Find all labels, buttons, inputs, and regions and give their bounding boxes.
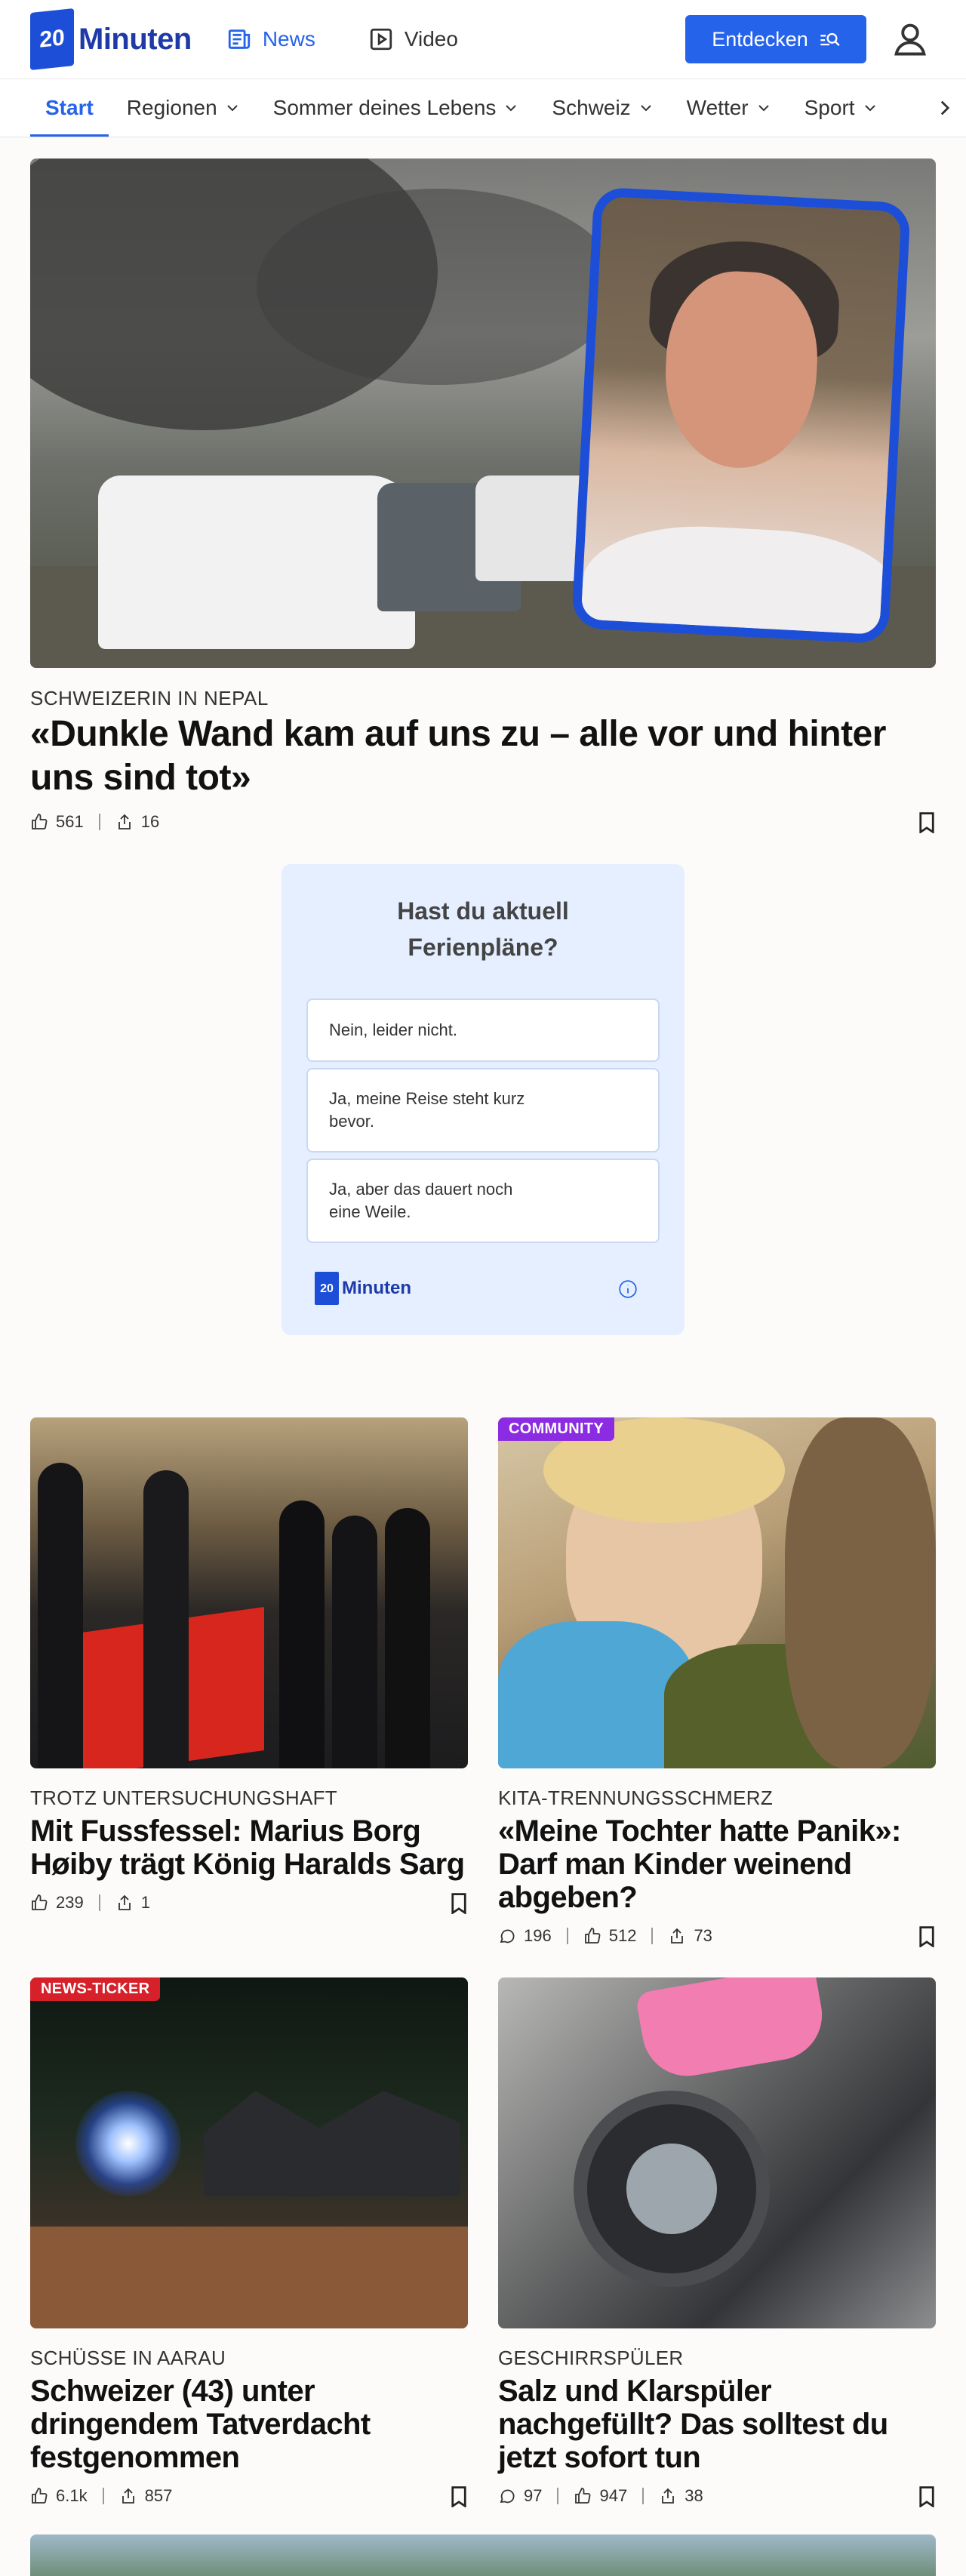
community-badge: COMMUNITY xyxy=(498,1417,615,1441)
hero-meta: 561 16 xyxy=(30,812,159,832)
police-light xyxy=(75,2091,181,2196)
article-kicker: KITA-TRENNUNGSSCHMERZ xyxy=(498,1787,774,1809)
share-icon[interactable] xyxy=(668,1927,686,1945)
article-image[interactable]: NEWS-TICKER xyxy=(30,1977,468,2328)
subnav-sport[interactable]: Sport xyxy=(804,79,878,137)
chevron-down-icon xyxy=(226,105,238,112)
poll-option[interactable]: Ja, aber das dauert noch eine Weile. xyxy=(306,1159,660,1243)
subnav-wetter[interactable]: Wetter xyxy=(687,79,771,137)
article-title[interactable]: Salz und Klarspüler nachgefüllt? Das sol… xyxy=(498,2374,936,2474)
poll-widget: Hast du aktuell Ferienpläne? Nein, leide… xyxy=(281,864,685,1335)
newspaper-icon xyxy=(228,29,250,49)
news-ticker-badge: NEWS-TICKER xyxy=(30,1977,161,2001)
chevron-down-icon xyxy=(506,105,517,112)
chevron-down-icon xyxy=(864,105,875,112)
article-meta: 97 947 38 xyxy=(498,2486,703,2506)
share-icon[interactable] xyxy=(115,813,134,831)
logo-mark: 20 xyxy=(30,8,74,71)
hero-headline[interactable]: «Dunkle Wand kam auf uns zu – alle vor u… xyxy=(30,712,936,800)
article-image[interactable] xyxy=(498,1977,936,2328)
bookmark-icon[interactable] xyxy=(451,1893,467,1914)
article-meta: 239 1 xyxy=(30,1893,150,1913)
article-image[interactable] xyxy=(30,2534,936,2576)
bookmark-icon[interactable] xyxy=(918,812,935,833)
article-title[interactable]: Mit Fussfessel: Marius Borg Høiby trägt … xyxy=(30,1814,468,1881)
subnav-schweiz[interactable]: Schweiz xyxy=(552,79,653,137)
main-nav: News Video xyxy=(226,26,458,52)
subnav-regionen[interactable]: Regionen xyxy=(127,79,240,137)
like-count: 561 xyxy=(56,812,84,831)
thumbs-up-icon[interactable] xyxy=(30,813,48,831)
comment-icon[interactable] xyxy=(498,1927,516,1945)
chevron-down-icon xyxy=(640,105,651,112)
like-count: 6.1k xyxy=(56,2486,88,2505)
like-count: 512 xyxy=(608,1926,637,1945)
bookmark-icon[interactable] xyxy=(918,1926,935,1947)
top-header: 20 Minuten News Video Entdecken xyxy=(0,0,966,78)
white-van xyxy=(98,475,415,649)
article-meta: 6.1k 857 xyxy=(30,2486,172,2506)
share-icon[interactable] xyxy=(119,2487,137,2505)
thumbs-up-icon[interactable] xyxy=(583,1927,601,1945)
nav-news[interactable]: News xyxy=(226,26,315,52)
article-kicker: SCHÜSSE IN AARAU xyxy=(30,2347,226,2369)
poll-option[interactable]: Nein, leider nicht. xyxy=(306,999,660,1062)
article-title[interactable]: «Meine Tochter hatte Panik»: Darf man Ki… xyxy=(498,1814,936,1914)
poll-option[interactable]: Ja, meine Reise steht kurz bevor. xyxy=(306,1068,660,1153)
info-icon[interactable] xyxy=(618,1279,638,1299)
category-nav: Start Regionen Sommer deines Lebens Schw… xyxy=(0,78,966,137)
discover-button[interactable]: Entdecken xyxy=(685,15,866,63)
share-icon[interactable] xyxy=(115,1894,134,1912)
chevron-down-icon xyxy=(758,105,769,112)
share-count: 16 xyxy=(140,812,160,831)
inset-portrait xyxy=(571,186,912,645)
hero-kicker: SCHWEIZERIN IN NEPAL xyxy=(30,687,269,709)
bookmark-icon[interactable] xyxy=(451,2486,467,2507)
thumbs-up-icon[interactable] xyxy=(574,2487,592,2505)
tent-roof xyxy=(204,2091,460,2196)
play-icon xyxy=(370,28,392,51)
comment-icon[interactable] xyxy=(498,2487,516,2505)
subnav-start[interactable]: Start xyxy=(30,79,109,137)
share-count: 1 xyxy=(140,1893,150,1912)
subnav-scroll-right[interactable] xyxy=(924,79,966,137)
article-image[interactable]: COMMUNITY xyxy=(498,1417,936,1768)
smoke-cloud xyxy=(257,189,619,385)
share-icon[interactable] xyxy=(659,2487,677,2505)
article-kicker: GESCHIRRSPÜLER xyxy=(498,2347,684,2369)
article-image[interactable] xyxy=(30,1417,468,1768)
thumbs-up-icon[interactable] xyxy=(30,2487,48,2505)
like-count: 947 xyxy=(599,2486,628,2505)
user-account-icon[interactable] xyxy=(891,20,930,59)
poll-question: Hast du aktuell Ferienpläne? xyxy=(397,897,569,961)
nav-video[interactable]: Video xyxy=(368,26,458,52)
article-kicker: TROTZ UNTERSUCHUNGSHAFT xyxy=(30,1787,337,1809)
pink-glove xyxy=(635,1977,829,2083)
comment-count: 196 xyxy=(524,1926,552,1945)
bookmark-icon[interactable] xyxy=(918,2486,935,2507)
article-meta: 196 512 73 xyxy=(498,1926,712,1946)
subnav-sommer[interactable]: Sommer deines Lebens xyxy=(273,79,519,137)
share-count: 38 xyxy=(685,2486,703,2505)
search-list-icon xyxy=(820,32,840,46)
chevron-right-icon xyxy=(940,100,950,115)
like-count: 239 xyxy=(56,1893,84,1912)
article-title[interactable]: Schweizer (43) unter dringendem Tatverda… xyxy=(30,2374,468,2474)
share-count: 73 xyxy=(694,1926,712,1945)
site-logo[interactable]: 20 Minuten xyxy=(30,8,192,71)
comment-count: 97 xyxy=(524,2486,543,2505)
logo-text: Minuten xyxy=(78,22,192,56)
poll-brand-logo: 20 Minuten xyxy=(315,1272,411,1305)
share-count: 857 xyxy=(144,2486,173,2505)
thumbs-up-icon[interactable] xyxy=(30,1894,48,1912)
